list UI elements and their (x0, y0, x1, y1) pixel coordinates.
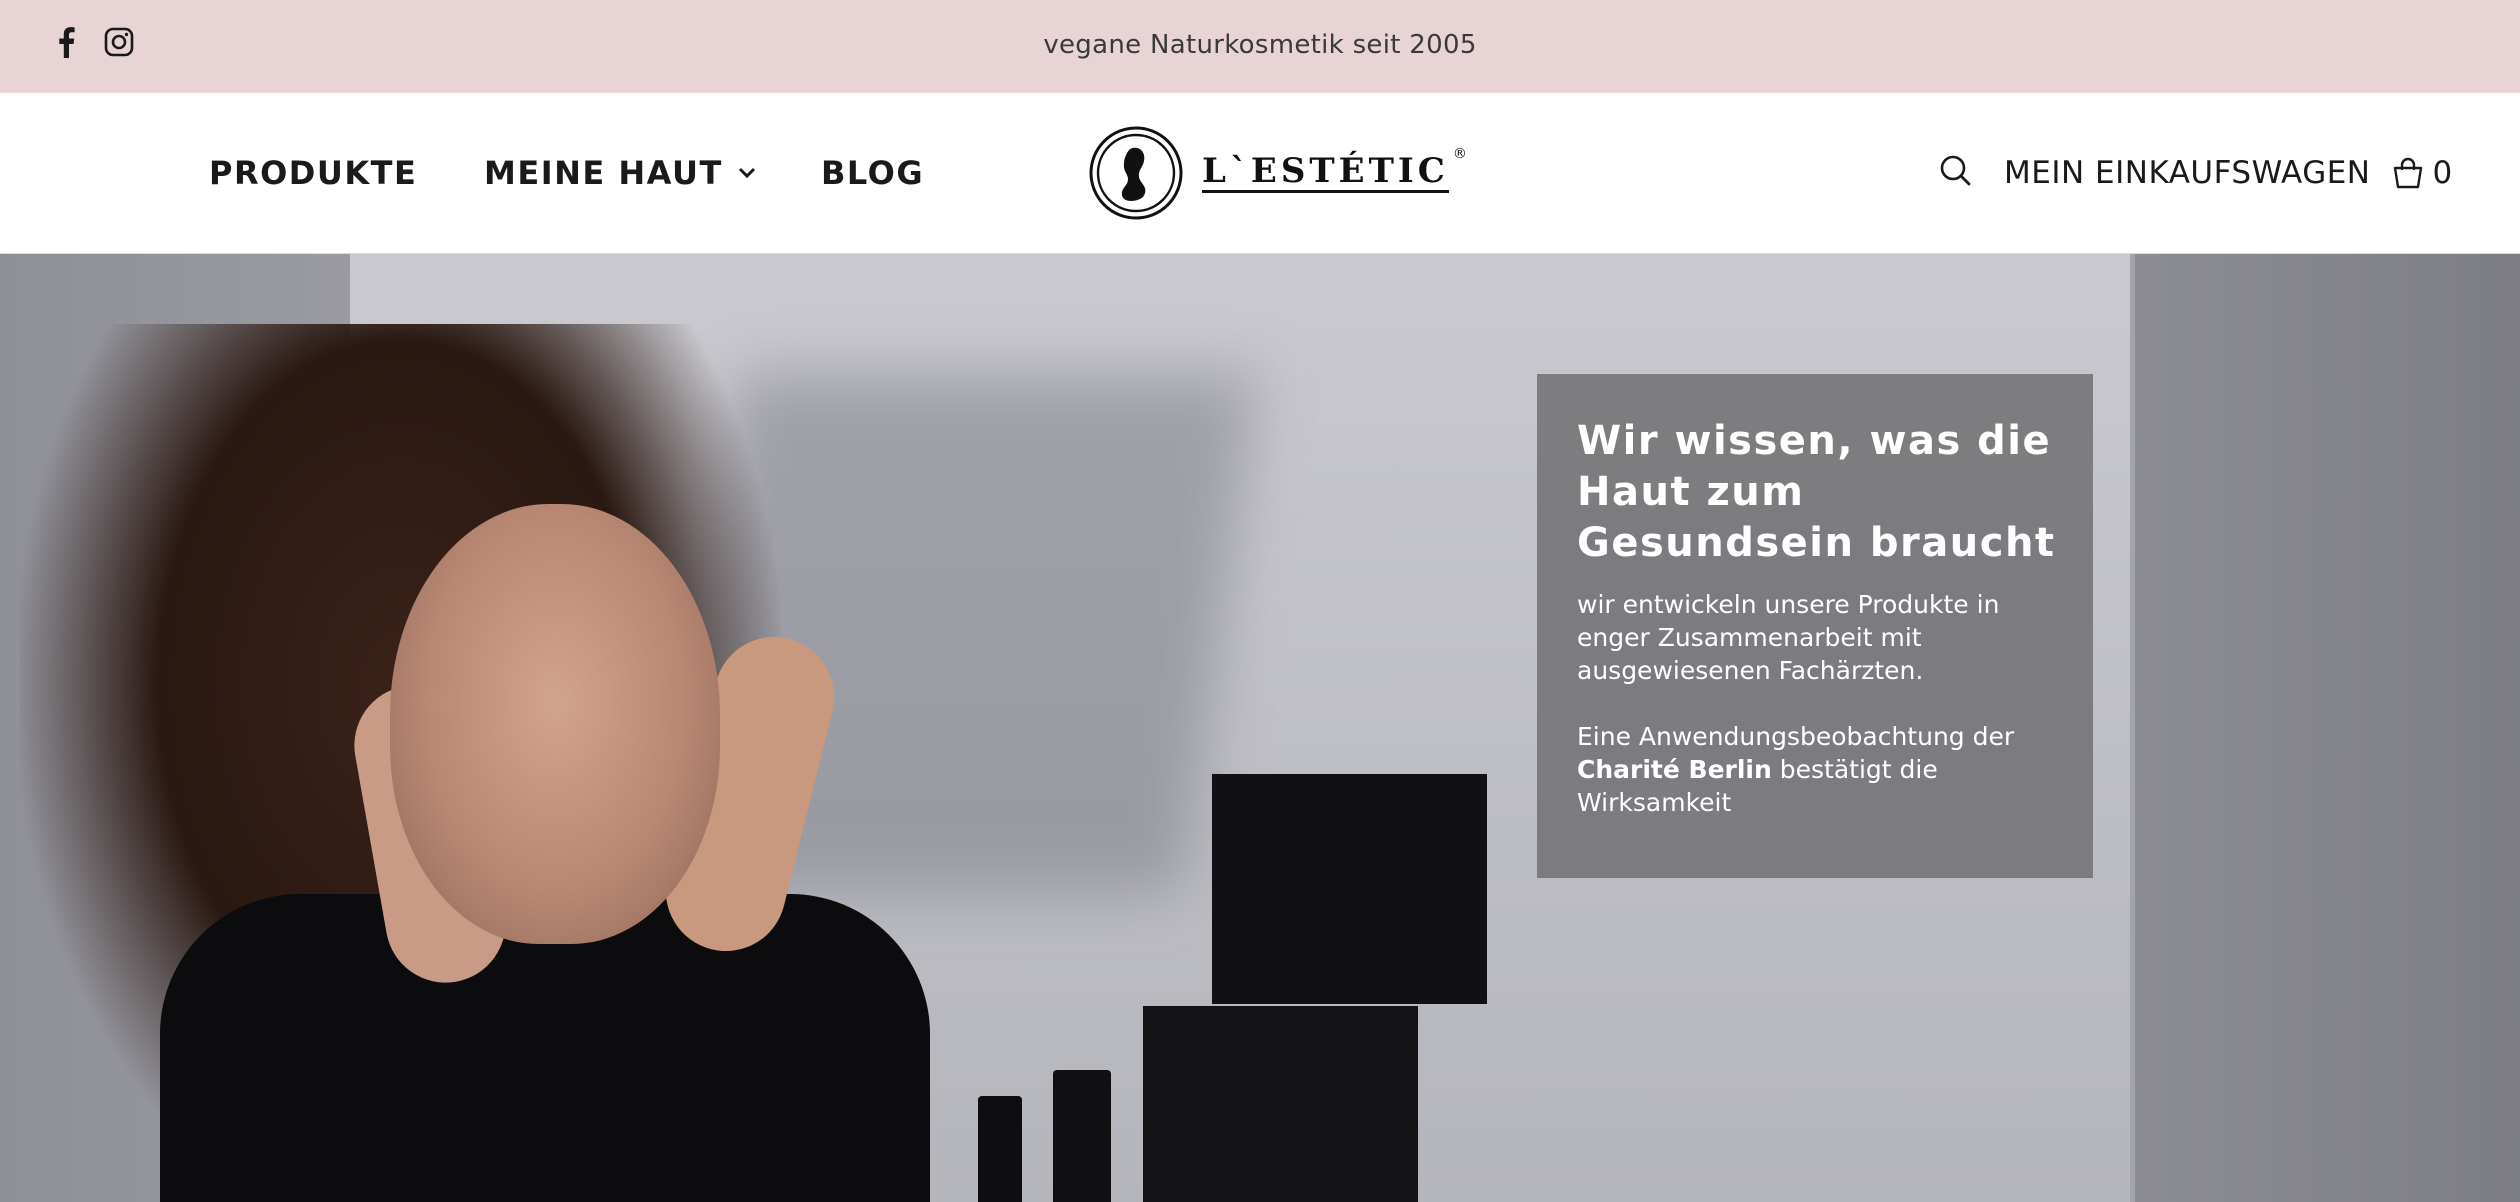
nav-item-blog[interactable]: BLOG (821, 93, 924, 253)
product-box-image (1143, 1006, 1418, 1202)
hero-paragraph-bold: Charité Berlin (1577, 755, 1772, 784)
nav-item-produkte[interactable]: PRODUKTE (209, 93, 417, 253)
nav-label: MEINE HAUT (484, 154, 723, 192)
product-bottle-image (978, 1096, 1022, 1202)
chevron-down-icon (737, 166, 757, 180)
cart-count: 0 (2432, 155, 2453, 191)
announcement-text: vegane Naturkosmetik seit 2005 (1043, 30, 1477, 60)
nav-label: PRODUKTE (209, 154, 418, 192)
brand-logo[interactable]: L`ESTÉTIC ® (1088, 121, 1467, 225)
shopping-bag-icon (2391, 156, 2425, 190)
model-photo (390, 504, 720, 944)
product-bottle-image (1053, 1070, 1111, 1202)
search-button[interactable] (1936, 151, 1976, 191)
hero-paragraph: Eine Anwendungsbeobachtung der Charité B… (1577, 720, 2067, 819)
hero-background (2135, 254, 2520, 1202)
product-box-image (1212, 774, 1487, 1004)
hero-text-box: Wir wissen, was die Haut zum Gesundsein … (1537, 374, 2093, 878)
hero-paragraph: wir entwickeln unsere Produkte in enger … (1577, 590, 2000, 685)
registered-mark: ® (1452, 146, 1467, 162)
nav-label: BLOG (821, 154, 925, 192)
hero-banner (0, 254, 2520, 1202)
nav-item-meine-haut[interactable]: MEINE HAUT (484, 93, 757, 253)
logo-emblem-icon (1089, 126, 1183, 220)
cart-label: MEIN EINKAUFSWAGEN (2004, 155, 2371, 191)
cart-link[interactable]: MEIN EINKAUFSWAGEN 0 (2004, 93, 2453, 253)
search-icon (1940, 155, 1971, 186)
site-header: PRODUKTE MEINE HAUT BLOG L`ESTÉTIC ® MEI… (0, 93, 2520, 254)
announcement-bar: vegane Naturkosmetik seit 2005 (0, 0, 2520, 93)
hero-paragraph-text: Eine Anwendungsbeobachtung der (1577, 722, 2015, 751)
logo-wordmark: L`ESTÉTIC (1202, 150, 1449, 193)
hero-title: Wir wissen, was die Haut zum Gesundsein … (1577, 418, 2056, 566)
